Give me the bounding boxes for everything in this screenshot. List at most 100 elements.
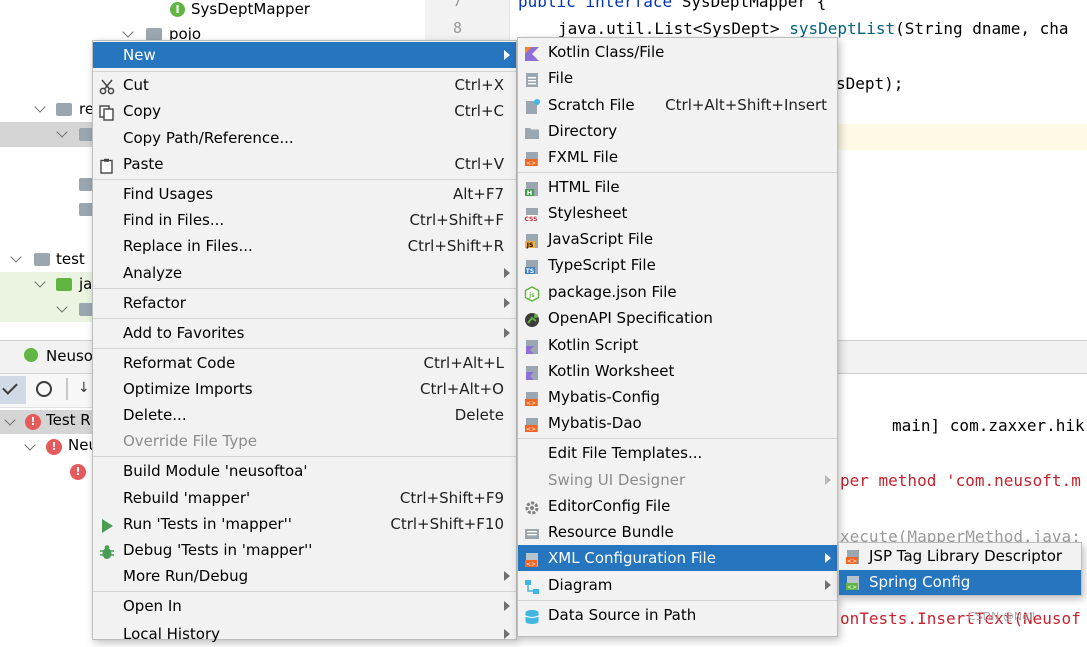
kotlin-icon — [524, 44, 540, 61]
svg-text:CSS: CSS — [525, 216, 538, 223]
submenu-arrow-icon — [504, 50, 510, 60]
menu-item-add-to-favorites[interactable]: Add to Favorites — [93, 320, 516, 346]
menu-item-jsp-tag[interactable]: <> JSP Tag Library Descriptor — [839, 544, 1081, 569]
gear-icon — [524, 498, 540, 515]
menu-item-mybatis-config[interactable]: <> Mybatis-Config — [518, 384, 837, 410]
menu-item-copy[interactable]: Copy Ctrl+C — [93, 98, 516, 124]
check-icon — [2, 379, 18, 395]
file-icon — [524, 70, 540, 87]
menu-item-openapi[interactable]: OpenAPI Specification — [518, 305, 837, 331]
menu-item-kotlin-class[interactable]: Kotlin Class/File — [518, 39, 837, 65]
copy-icon — [99, 103, 115, 121]
xml-file-icon: <> — [524, 550, 540, 568]
folder-icon — [524, 123, 540, 139]
menu-item-kotlin-script[interactable]: Kotlin Script — [518, 332, 837, 358]
menu-item-debug-tests[interactable]: Debug 'Tests in 'mapper'' — [93, 537, 516, 563]
submenu-arrow-icon — [504, 629, 510, 639]
menu-item-edit-templates[interactable]: Edit File Templates... — [518, 440, 837, 466]
menu-item-diagram[interactable]: Diagram — [518, 572, 837, 598]
menu-item-more-run-debug[interactable]: More Run/Debug — [93, 563, 516, 589]
menu-item-data-source[interactable]: Data Source in Path — [518, 602, 837, 628]
nodejs-icon: js — [524, 284, 540, 302]
menu-item-find-in-files[interactable]: Find in Files... Ctrl+Shift+F — [93, 207, 516, 233]
menu-item-copy-path[interactable]: Copy Path/Reference... — [93, 125, 516, 151]
menu-item-directory[interactable]: Directory — [518, 118, 837, 144]
submenu-arrow-icon — [504, 601, 510, 611]
context-menu: New Cut Ctrl+X Copy Ctrl+C Copy Path/Ref… — [92, 40, 517, 643]
typescript-file-icon: TS — [524, 257, 540, 275]
svg-text:TS: TS — [526, 268, 534, 275]
kotlin-icon — [524, 363, 540, 380]
menu-item-html-file[interactable]: H HTML File — [518, 174, 837, 200]
menu-item-new[interactable]: New — [93, 42, 516, 68]
show-ignored-icon[interactable] — [36, 381, 52, 397]
database-icon — [524, 607, 540, 624]
openapi-icon — [524, 310, 540, 327]
menu-item-spring-config[interactable]: <> Spring Config — [839, 570, 1081, 595]
xml-config-submenu: <> JSP Tag Library Descriptor <> Spring … — [838, 542, 1082, 596]
submenu-arrow-icon — [504, 268, 510, 278]
fxml-file-icon: <> — [524, 149, 540, 167]
menu-item-cut[interactable]: Cut Ctrl+X — [93, 72, 516, 98]
menu-item-open-in[interactable]: Open In — [93, 593, 516, 619]
tree-item-sysdeptmapper[interactable]: I SysDeptMapper — [0, 0, 425, 22]
menu-item-fxml-file[interactable]: <> FXML File — [518, 144, 837, 170]
menu-item-build-module[interactable]: Build Module 'neusoftoa' — [93, 458, 516, 484]
folder-icon — [56, 278, 72, 291]
menu-item-find-usages[interactable]: Find Usages Alt+F7 — [93, 181, 516, 207]
submenu-arrow-icon — [825, 475, 831, 485]
error-icon: ! — [70, 464, 86, 480]
menu-item-javascript-file[interactable]: JS JavaScript File — [518, 226, 837, 252]
menu-item-replace-in-files[interactable]: Replace in Files... Ctrl+Shift+R — [93, 233, 516, 259]
spring-config-icon: <> — [845, 574, 861, 591]
menu-item-local-history[interactable]: Local History — [93, 621, 516, 647]
menu-item-kotlin-worksheet[interactable]: Kotlin Worksheet — [518, 358, 837, 384]
menu-item-resource-bundle[interactable]: Resource Bundle — [518, 519, 837, 545]
toolbar-divider — [66, 378, 68, 400]
menu-item-delete[interactable]: Delete... Delete — [93, 402, 516, 428]
code-line: public interface SysDeptMapper { — [518, 0, 827, 11]
html-file-icon: H — [524, 179, 540, 197]
folder-icon — [56, 103, 72, 116]
chevron-down-icon — [56, 128, 68, 140]
diagram-icon — [524, 577, 540, 594]
folder-icon — [34, 253, 50, 266]
menu-item-optimize-imports[interactable]: Optimize Imports Ctrl+Alt+O — [93, 376, 516, 402]
error-icon: ! — [25, 414, 41, 430]
code-line: sDept); — [836, 74, 904, 93]
menu-item-analyze[interactable]: Analyze — [93, 260, 516, 286]
menu-item-run-tests[interactable]: Run 'Tests in 'mapper'' Ctrl+Shift+F10 — [93, 511, 516, 537]
menu-item-file[interactable]: File — [518, 65, 837, 91]
menu-item-reformat-code[interactable]: Reformat Code Ctrl+Alt+L — [93, 350, 516, 376]
menu-item-rebuild[interactable]: Rebuild 'mapper' Ctrl+Shift+F9 — [93, 485, 516, 511]
svg-text:<>: <> — [847, 584, 857, 591]
menu-item-scratch-file[interactable]: Scratch File Ctrl+Alt+Shift+Insert — [518, 92, 837, 118]
show-passed-button[interactable] — [0, 376, 26, 404]
scissors-icon — [99, 77, 115, 95]
menu-item-refactor[interactable]: Refactor — [93, 290, 516, 316]
resource-bundle-icon — [524, 524, 540, 540]
scratch-file-icon — [524, 97, 540, 114]
svg-text:js: js — [528, 292, 535, 299]
new-submenu: Kotlin Class/File File Scratch File Ctrl… — [517, 37, 838, 637]
menu-item-typescript-file[interactable]: TS TypeScript File — [518, 252, 837, 278]
menu-item-mybatis-dao[interactable]: <> Mybatis-Dao — [518, 410, 837, 436]
menu-item-stylesheet[interactable]: CSS Stylesheet — [518, 200, 837, 226]
chevron-down-icon — [4, 416, 16, 428]
menu-item-xml-config[interactable]: <> XML Configuration File — [518, 545, 837, 571]
javascript-file-icon: JS — [524, 231, 540, 249]
svg-text:<>: <> — [526, 426, 536, 433]
run-tab-label[interactable]: Neuso — [46, 347, 93, 365]
menu-item-editorconfig[interactable]: EditorConfig File — [518, 493, 837, 519]
svg-text:<>: <> — [847, 558, 857, 565]
menu-item-swing-ui: Swing UI Designer — [518, 467, 837, 493]
submenu-arrow-icon — [504, 328, 510, 338]
menu-item-package-json[interactable]: js package.json File — [518, 279, 837, 305]
menu-item-paste[interactable]: Paste Ctrl+V — [93, 151, 516, 177]
error-icon: ! — [46, 439, 62, 455]
sort-icon[interactable]: ↓ — [78, 380, 90, 396]
watermark: CSDN @Neil — [968, 610, 1035, 623]
xml-file-icon: <> — [524, 389, 540, 407]
chevron-down-icon — [56, 303, 68, 315]
svg-text:<>: <> — [526, 160, 536, 167]
